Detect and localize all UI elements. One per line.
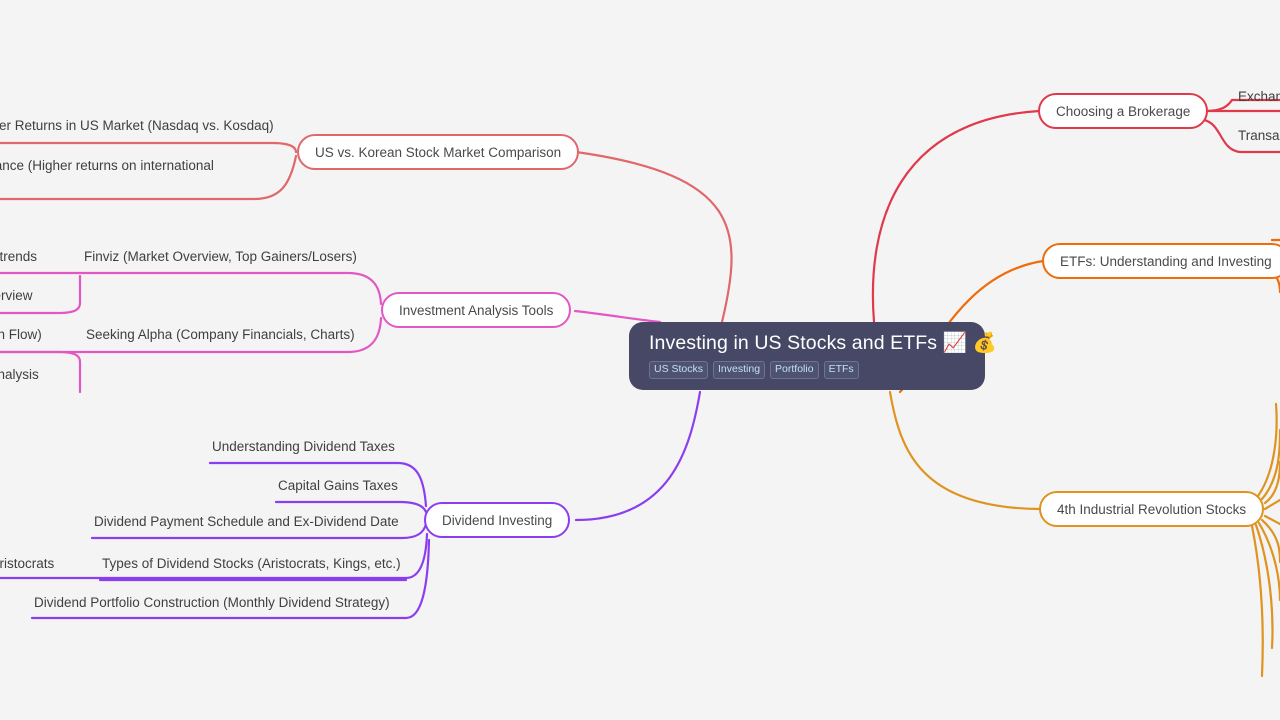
branch-label-4th-industrial-revolution: 4th Industrial Revolution Stocks [1057, 501, 1247, 517]
branch-label-choosing-a-brokerage: Choosing a Brokerage [1056, 103, 1191, 119]
leaf-dividend-payment-schedule[interactable]: Dividend Payment Schedule and Ex-Dividen… [94, 513, 399, 530]
root-title: Investing in US Stocks and ETFs 📈 💰 [649, 332, 997, 354]
root-node[interactable]: Investing in US Stocks and ETFs 📈 💰 US S… [629, 322, 997, 390]
leaf-seeking-alpha[interactable]: Seeking Alpha (Company Financials, Chart… [86, 326, 355, 343]
leaf-analysis[interactable]: …nalysis [0, 366, 39, 383]
branch-label-us-vs-korean: US vs. Korean Stock Market Comparison [315, 144, 562, 160]
leaf-capital-gains-taxes[interactable]: Capital Gains Taxes [278, 477, 398, 494]
branch-label-dividend-investing: Dividend Investing [442, 512, 553, 528]
branch-node-us-vs-korean[interactable]: US vs. Korean Stock Market Comparison [297, 134, 580, 170]
leaf-types-of-dividend-stocks[interactable]: Types of Dividend Stocks (Aristocrats, K… [102, 555, 401, 572]
leaf-overview[interactable]: …erview [0, 287, 33, 304]
mindmap-canvas: Investing in US Stocks and ETFs 📈 💰 US S… [0, 0, 1280, 720]
leaf-finviz[interactable]: Finviz (Market Overview, Top Gainers/Los… [84, 248, 357, 265]
leaf-performance-higher-returns-international[interactable]: …mance (Higher returns on international [0, 157, 214, 174]
branch-node-etfs[interactable]: ETFs: Understanding and Investing [1042, 243, 1280, 279]
leaf-transaction[interactable]: Transac… [1238, 127, 1280, 144]
root-tag-portfolio[interactable]: Portfolio [770, 361, 819, 379]
leaf-trends[interactable]: …trends [0, 248, 37, 265]
branch-node-dividend-investing[interactable]: Dividend Investing [424, 502, 571, 538]
branch-label-investment-analysis-tools: Investment Analysis Tools [399, 302, 554, 318]
leaf-exchange[interactable]: Exchan… [1238, 88, 1280, 105]
branch-node-4th-industrial-revolution[interactable]: 4th Industrial Revolution Stocks [1039, 491, 1265, 527]
branch-label-etfs: ETFs: Understanding and Investing [1060, 253, 1272, 269]
leaf-aristocrats[interactable]: …ristocrats [0, 555, 54, 572]
leaf-understanding-dividend-taxes[interactable]: Understanding Dividend Taxes [212, 438, 395, 455]
leaf-dividend-portfolio-construction[interactable]: Dividend Portfolio Construction (Monthly… [34, 594, 390, 611]
branch-node-choosing-a-brokerage[interactable]: Choosing a Brokerage [1038, 93, 1209, 129]
leaf-higher-returns-us-market[interactable]: …her Returns in US Market (Nasdaq vs. Ko… [0, 117, 274, 134]
branch-node-investment-analysis-tools[interactable]: Investment Analysis Tools [381, 292, 572, 328]
leaf-cash-flow[interactable]: …n Flow) [0, 326, 42, 343]
root-tag-us-stocks[interactable]: US Stocks [649, 361, 709, 379]
root-tag-investing[interactable]: Investing [713, 361, 766, 379]
root-tag-etfs[interactable]: ETFs [823, 361, 859, 379]
root-tag-list: US Stocks Investing Portfolio ETFs [649, 361, 965, 379]
